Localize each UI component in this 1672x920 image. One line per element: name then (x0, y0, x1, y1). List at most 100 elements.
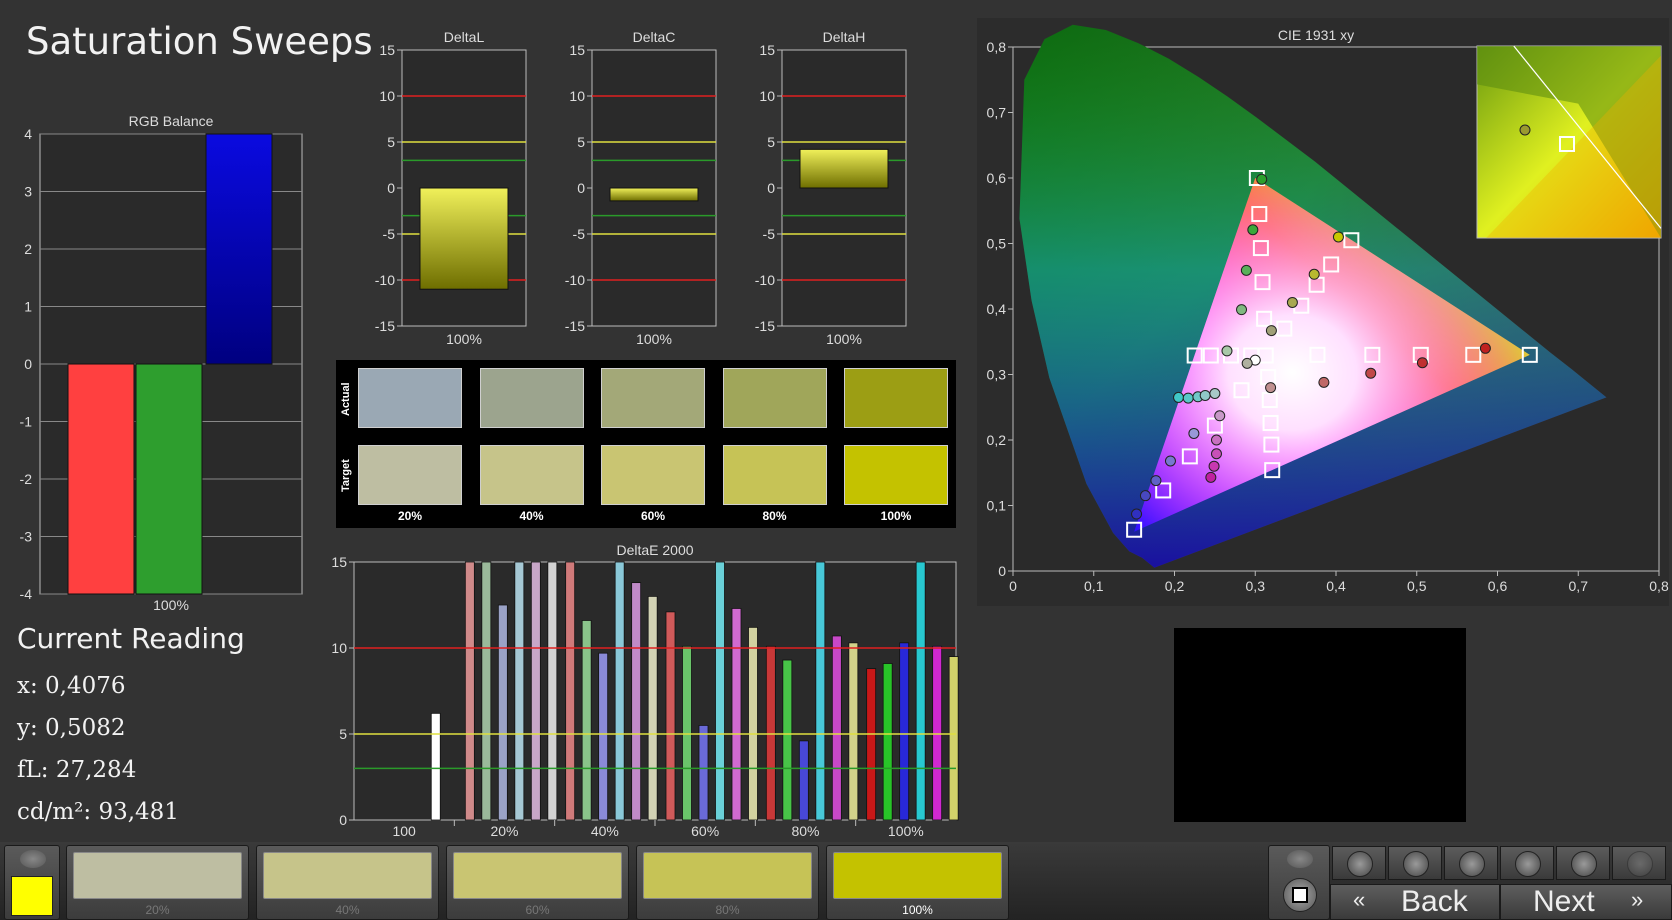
stop-square-icon[interactable] (1283, 878, 1317, 912)
deltae-bar (765, 645, 776, 821)
rgb-ytick-label: -2 (20, 471, 33, 487)
swatch-label: 40% (519, 509, 544, 523)
cie-xtick-label: 0,7 (1569, 578, 1589, 594)
rgb-ytick-label: -4 (20, 586, 33, 602)
back-button[interactable]: « Back (1330, 884, 1500, 920)
measured-point (1256, 173, 1268, 185)
current-color-tile[interactable] (4, 845, 60, 920)
sweep-step-tile[interactable]: 60% (446, 845, 629, 920)
rgb-xtick-label: 100% (153, 597, 189, 613)
deltae-xtick-label: 100% (888, 823, 924, 839)
actual-swatch (479, 368, 584, 428)
delta-ytick-label: 0 (577, 180, 585, 196)
cie-xtick-label: 0,5 (1407, 578, 1427, 594)
deltae-ytick-label: 15 (331, 554, 347, 570)
rgb-ytick-label: 4 (24, 126, 32, 142)
cie-chart: CIE 1931 xy 0 0,1 0,2 0,3 0,4 0,5 0,6 0,7 0,8 0 0,1… (977, 18, 1669, 606)
up-arrow-icon[interactable] (1287, 850, 1313, 868)
delta-ytick-label: -15 (375, 318, 395, 334)
cie-xtick-label: 0,6 (1488, 578, 1508, 594)
target-swatch (601, 445, 705, 505)
deltae-bar (430, 712, 441, 821)
delta-ytick-label: 5 (387, 134, 395, 150)
deltae-bar (530, 561, 541, 821)
deltae-bar (565, 561, 576, 821)
measured-point (1241, 357, 1253, 369)
range-button[interactable] (1444, 846, 1498, 880)
deltae-title: DeltaE 2000 (616, 542, 693, 558)
sweep-step-tile[interactable]: 100% (826, 845, 1009, 920)
measured-point (1205, 471, 1217, 483)
delta-ytick-label: 5 (767, 134, 775, 150)
swatch-label: 60% (640, 509, 666, 523)
disabled-button[interactable] (1612, 846, 1666, 880)
target-swatch (722, 445, 827, 505)
loop-button[interactable] (1500, 846, 1554, 880)
deltae-bar (581, 620, 592, 821)
play-button[interactable] (1388, 846, 1442, 880)
rgb-ytick-label: 1 (24, 299, 32, 315)
deltae-bar (932, 645, 943, 821)
cie-title: CIE 1931 xy (1278, 27, 1354, 43)
deltae-bar (464, 561, 475, 821)
pattern-tile[interactable] (1268, 845, 1330, 920)
measured-point (1214, 410, 1226, 422)
cie-ytick-label: 0,5 (987, 236, 1007, 252)
stop-button[interactable] (1332, 846, 1386, 880)
deltae-xtick-label: 100 (392, 823, 416, 839)
measured-point (1318, 376, 1330, 388)
sweep-step-label: 20% (145, 903, 170, 917)
refresh-button[interactable] (1556, 846, 1610, 880)
measured-point (1265, 382, 1277, 394)
deltae-bar (915, 561, 926, 821)
rgb-ytick-label: 0 (24, 356, 32, 372)
sweep-step-tile[interactable]: 40% (256, 845, 439, 920)
sweep-step-chip (73, 852, 242, 899)
sweep-step-label: 100% (902, 903, 933, 917)
sweep-step-chip (643, 852, 812, 899)
cie-ytick-label: 0,8 (987, 39, 1007, 55)
deltae-bar (514, 561, 525, 821)
delta-ytick-label: -15 (755, 318, 775, 334)
deltae-xtick-label: 40% (591, 823, 619, 839)
cie-xtick-label: 0,8 (1649, 578, 1669, 594)
current-color-chip (11, 876, 53, 916)
delta-chart-title: DeltaL (444, 29, 485, 45)
rgb-balance-chart: RGB Balance 4 3 2 1 0 -1 -2 -3 -4 100% (20, 113, 303, 613)
stop-icon (1347, 851, 1373, 877)
cie-xtick-label: 0,4 (1326, 578, 1346, 594)
actual-swatch (844, 368, 948, 428)
deltae-bar (715, 561, 725, 821)
delta-ytick-label: -5 (383, 226, 396, 242)
current-reading-title: Current Reading (17, 622, 245, 655)
deltae-bar (647, 596, 658, 821)
delta-ytick-label: 15 (379, 42, 395, 58)
actual-swatch (722, 368, 827, 428)
measured-point (1240, 264, 1252, 276)
measured-point (1164, 455, 1176, 467)
deltae-bar (497, 604, 508, 821)
deltae-xtick-label: 60% (691, 823, 719, 839)
deltae-bar (614, 561, 625, 821)
target-row-label: Target (340, 459, 352, 492)
sweep-step-tile[interactable]: 80% (636, 845, 819, 920)
measured-point (1247, 224, 1259, 236)
delta-ytick-label: 15 (759, 42, 775, 58)
deltae-bar (682, 645, 692, 821)
delta-charts: DeltaL 15 10 5 0 -5 -10 -15 100% DeltaC 15 10 5 0 -5 -1… (375, 29, 907, 347)
deltae-bar (631, 582, 642, 821)
delta-xtick-label: 100% (826, 331, 862, 347)
deltae-bar (782, 659, 793, 821)
delta-ytick-label: -10 (755, 272, 775, 288)
deltae-ytick-label: 0 (339, 812, 347, 828)
range-icon (1459, 851, 1485, 877)
up-arrow-icon[interactable] (20, 850, 46, 868)
deltae-xtick-label: 80% (791, 823, 819, 839)
deltae-bar (598, 652, 609, 821)
next-button[interactable]: Next » (1500, 884, 1672, 920)
reading-x: x: 0,4076 (17, 673, 126, 699)
cie-ytick-label: 0,3 (987, 367, 1007, 383)
sweep-step-tile[interactable]: 20% (66, 845, 249, 920)
deltae-bar (815, 561, 826, 821)
target-swatch (844, 445, 948, 505)
